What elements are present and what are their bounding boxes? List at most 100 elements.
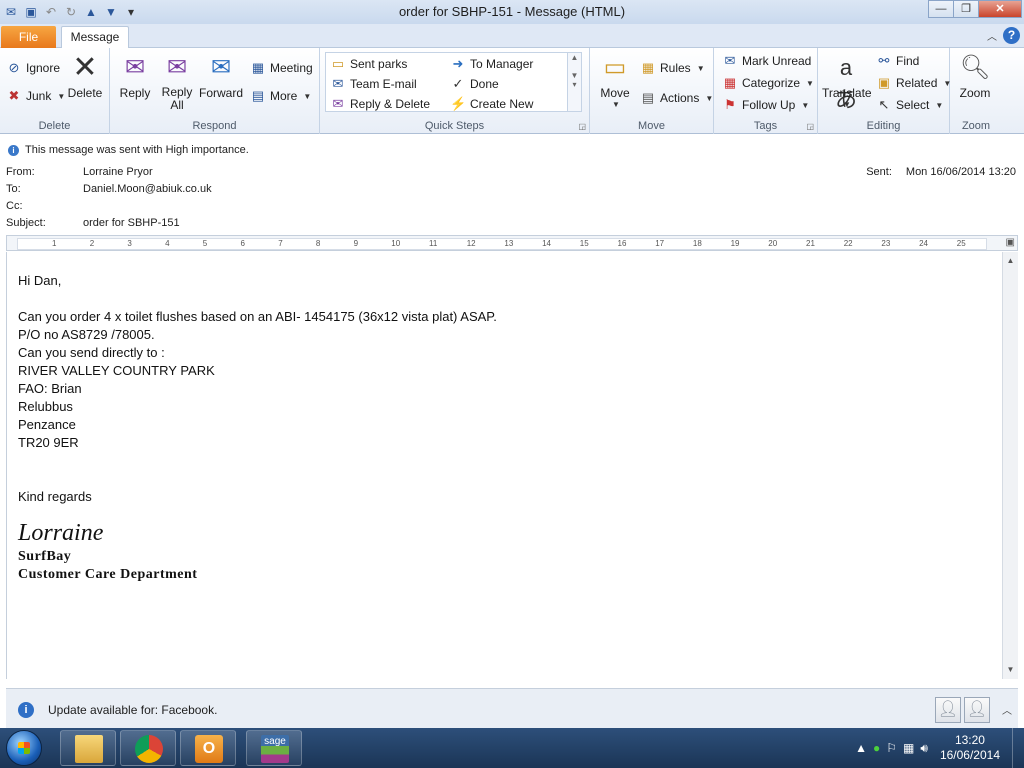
redo-icon[interactable]: ↻ [64, 5, 78, 19]
reply-button[interactable]: ✉ Reply [112, 52, 158, 100]
ignore-button[interactable]: ⊘ Ignore [6, 60, 60, 76]
message-body[interactable]: Hi Dan, Can you order 4 x toilet flushes … [6, 252, 1002, 679]
ruler-tick: 11 [429, 239, 438, 248]
respond-group: ✉ Reply ✉ Reply All ✉ Forward ▦ Meeting … [110, 48, 320, 134]
ruler-toggle-icon[interactable]: ▣ [1006, 237, 1015, 248]
categorize-icon: ▦ [723, 75, 737, 90]
junk-button[interactable]: ✖ Junk ▼ [6, 88, 66, 104]
message-line: Can you send directly to : [18, 345, 165, 360]
chrome-icon [135, 735, 163, 763]
customize-toolbar-icon[interactable]: ▾ [124, 5, 138, 19]
to-value[interactable]: Daniel.Moon@abiuk.co.uk [83, 183, 212, 195]
collapse-ribbon-icon[interactable]: ︿ [987, 28, 997, 43]
network-icon[interactable]: ▦ [903, 741, 914, 755]
subject-row: Subject: order for SBHP-151 [6, 217, 180, 229]
tab-file[interactable]: File [1, 26, 56, 48]
follow-up-button[interactable]: ⚑ Follow Up ▼ [722, 97, 809, 113]
quick-step-create-new[interactable]: ⚡ Create New [450, 96, 533, 112]
from-label: From: [6, 166, 35, 178]
message-line: Kind regards [18, 489, 92, 504]
cc-label: Cc: [6, 200, 23, 212]
save-icon[interactable]: ▣ [24, 5, 38, 19]
person-icon[interactable]: 👤︎ [964, 697, 990, 723]
update-text[interactable]: Update available for: Facebook. [48, 703, 217, 717]
reply-all-button[interactable]: ✉ Reply All [154, 52, 200, 112]
message-line [18, 470, 497, 488]
ignore-icon: ⊘ [8, 60, 20, 75]
sage-icon: sage [261, 735, 289, 763]
translate-button[interactable]: aあ Translate ▼ [822, 52, 872, 112]
next-item-icon[interactable]: ▼ [104, 5, 118, 19]
quick-step-team-email[interactable]: ✉ Team E-mail [330, 76, 417, 92]
undo-icon[interactable]: ↶ [44, 5, 58, 19]
people-pictures: 👤︎ 👤︎ [935, 697, 990, 723]
quick-step-reply-delete[interactable]: ✉ Reply & Delete [330, 96, 431, 112]
ruler-tick: 21 [806, 239, 815, 248]
select-button[interactable]: ↖ Select ▼ [876, 97, 944, 113]
message-line: RIVER VALLEY COUNTRY PARK [18, 363, 215, 378]
taskbar-windows-explorer[interactable] [60, 730, 116, 766]
zoom-button[interactable]: 🔍︎ Zoom [952, 52, 998, 100]
ruler-tick: 3 [127, 239, 132, 248]
message-line [18, 290, 497, 308]
message-line [18, 452, 497, 470]
show-hidden-icons-icon[interactable]: ▲ [855, 741, 867, 755]
volume-icon[interactable]: 🔊︎ [920, 741, 928, 756]
ruler[interactable]: 1 2 3 4 5 6 7 8 9 10 11 12 13 14 15 16 17 18 19 20 21 22 23 24 2… [6, 235, 1018, 251]
status-green-icon[interactable]: ● [873, 741, 880, 755]
clock[interactable]: 13:20 16/06/2014 [940, 733, 1000, 763]
dialog-launcher-icon[interactable]: ◲ [578, 122, 586, 131]
scroll-up-icon[interactable]: ▲ [1004, 254, 1017, 268]
title-bar: ✉ ▣ ↶ ↻ ▲ ▼ ▾ order for SBHP-151 - Messa… [0, 0, 1024, 24]
ruler-tick: 7 [278, 239, 283, 248]
reply-all-icon: ✉ [166, 54, 188, 81]
outlook-envelope-icon[interactable]: ✉ [4, 5, 18, 19]
mark-unread-button[interactable]: ✉ Mark Unread [722, 53, 812, 69]
quick-step-to-manager[interactable]: ➜ To Manager [450, 56, 534, 72]
quick-step-sent-parks[interactable]: ▭ Sent parks [330, 56, 408, 72]
quick-steps-scroll[interactable]: ▲ ▼ ▾ [567, 53, 581, 111]
tags-dialog-launcher-icon[interactable]: ◲ [806, 122, 814, 131]
person-icon[interactable]: 👤︎ [935, 697, 961, 723]
ruler-scale: 1 2 3 4 5 6 7 8 9 10 11 12 13 14 15 16 17 18 19 20 21 22 23 24 2… [17, 238, 987, 250]
taskbar-microsoft-outlook[interactable]: O [180, 730, 236, 766]
find-button[interactable]: ⚯ Find [876, 53, 920, 69]
previous-item-icon[interactable]: ▲ [84, 5, 98, 19]
cc-row: Cc: [6, 200, 83, 212]
categorize-button[interactable]: ▦ Categorize ▼ [722, 75, 814, 91]
sent-value: Mon 16/06/2014 13:20 [905, 166, 1016, 178]
forward-button[interactable]: ✉ Forward [198, 52, 244, 100]
tab-message[interactable]: Message [61, 26, 129, 49]
start-button[interactable] [2, 729, 46, 767]
quick-step-done[interactable]: ✓ Done [450, 76, 499, 92]
related-button[interactable]: ▣ Related ▼ [876, 75, 951, 91]
body-scrollbar[interactable]: ▲ ▼ [1002, 252, 1018, 679]
delete-button[interactable]: ✕ Delete [62, 52, 108, 101]
ruler-tick: 14 [542, 239, 551, 248]
taskbar-sage[interactable]: sage [246, 730, 302, 766]
help-icon[interactable]: ? [1003, 27, 1020, 44]
more-respond-button[interactable]: ▤ More ▼ [250, 88, 311, 104]
move-button[interactable]: ▭ Move ▼ [592, 52, 638, 109]
ruler-tick: 1 [52, 239, 57, 248]
flag-icon[interactable]: ⚐ [886, 741, 897, 755]
importance-text: This message was sent with High importan… [25, 144, 249, 156]
clock-date: 16/06/2014 [939, 748, 1000, 762]
show-desktop-button[interactable] [1012, 728, 1024, 768]
actions-button[interactable]: ▤ Actions ▼ [640, 90, 713, 106]
taskbar-google-chrome[interactable] [120, 730, 176, 766]
to-row: To: Daniel.Moon@abiuk.co.uk [6, 183, 212, 195]
ruler-tick: 20 [768, 239, 778, 248]
lightning-icon: ⚡ [450, 96, 467, 111]
scroll-down-icon[interactable]: ▼ [1004, 663, 1017, 677]
meeting-button[interactable]: ▦ Meeting [250, 60, 313, 76]
expand-chevron-icon[interactable]: ︿ [1002, 702, 1012, 717]
subject-value: order for SBHP-151 [83, 217, 180, 229]
rules-button[interactable]: ▦ Rules ▼ [640, 60, 705, 76]
maximize-button[interactable]: ❐ [953, 0, 979, 18]
minimize-button[interactable]: — [928, 0, 954, 18]
ribbon-tab-row: File Message ︿ ? [0, 24, 1024, 49]
close-button[interactable]: ✕ [978, 0, 1022, 18]
from-value[interactable]: Lorraine Pryor [83, 166, 153, 178]
ruler-tick: 15 [579, 239, 589, 248]
